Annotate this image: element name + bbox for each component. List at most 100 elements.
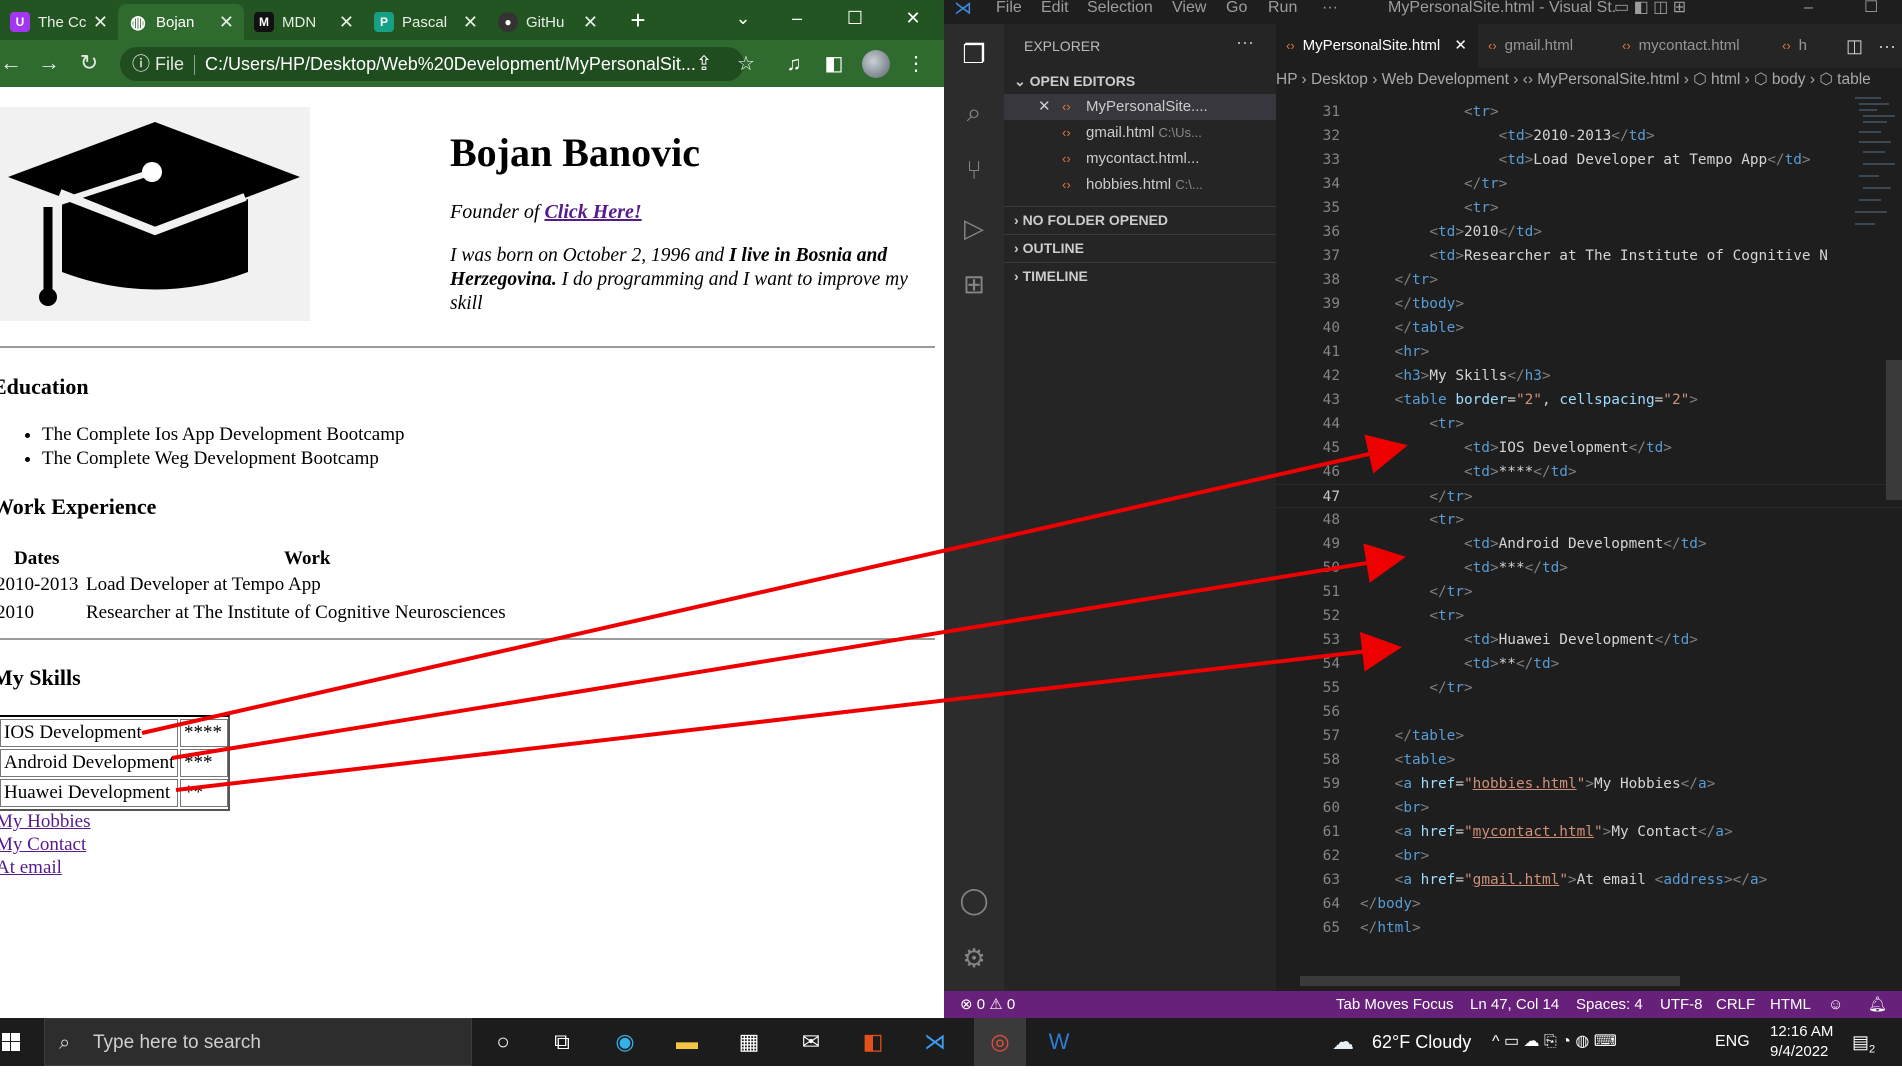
outline-section[interactable]: › OUTLINE xyxy=(1004,234,1276,260)
mail-icon[interactable]: ✉ xyxy=(794,1026,828,1058)
file-explorer-icon[interactable]: ▬ xyxy=(670,1026,704,1058)
code-line[interactable]: 62 <br> xyxy=(1276,844,1902,868)
code-line[interactable]: 47 </tr> xyxy=(1276,484,1902,508)
share-icon[interactable]: ⇪ xyxy=(688,47,720,81)
code-line[interactable]: 38 </tr> xyxy=(1276,268,1902,292)
code-line[interactable]: 37 <td>Researcher at The Institute of Co… xyxy=(1276,244,1902,268)
media-icon[interactable]: ♫ xyxy=(778,47,810,81)
code-line[interactable]: 35 <tr> xyxy=(1276,196,1902,220)
taskbar-search[interactable]: ⌕ Type here to search xyxy=(44,1018,472,1066)
encoding-status[interactable]: UTF-8 xyxy=(1660,991,1703,1018)
menu-more[interactable]: ··· xyxy=(1322,0,1338,16)
browser-tab-5[interactable]: ● GitHu ✕ xyxy=(488,4,608,40)
problems-status[interactable]: ⊗ 0 ⚠ 0 xyxy=(960,991,1015,1018)
browser-tab-1[interactable]: U The Cc ✕ xyxy=(0,4,118,40)
vscode-taskbar-icon[interactable]: ⋊ xyxy=(918,1026,952,1058)
code-line[interactable]: 55 </tr> xyxy=(1276,676,1902,700)
code-line[interactable]: 43 <table border="2", cellspacing="2"> xyxy=(1276,388,1902,412)
open-editor-item[interactable]: ‹› gmail.html C:\Us... xyxy=(1004,120,1276,146)
cursor-position-status[interactable]: Ln 47, Col 14 xyxy=(1470,991,1559,1018)
code-line[interactable]: 51 </tr> xyxy=(1276,580,1902,604)
browser-tab-2[interactable]: ◍ Bojan ✕ xyxy=(118,4,244,40)
email-link[interactable]: At email xyxy=(0,857,62,879)
code-line[interactable]: 61 <a href="mycontact.html">My Contact</… xyxy=(1276,820,1902,844)
tray-icons[interactable]: ^ ▭ ☁ ⎘ ◔ ◍ ⌨ xyxy=(1492,1018,1617,1066)
contact-link[interactable]: My Contact xyxy=(0,834,86,856)
browser-tab-4[interactable]: P Pascal ✕ xyxy=(364,4,488,40)
maximize-button[interactable]: ☐ xyxy=(832,0,878,40)
clock[interactable]: 12:16 AM 9/4/2022 xyxy=(1770,1022,1833,1062)
source-control-icon[interactable]: ⑂ xyxy=(958,154,990,186)
code-line[interactable]: 65 </html> xyxy=(1276,916,1902,940)
code-line[interactable]: 44 <tr> xyxy=(1276,412,1902,436)
explorer-more-icon[interactable]: ··· xyxy=(1236,32,1254,53)
menu-go[interactable]: Go xyxy=(1226,0,1247,16)
open-editor-item[interactable]: ✕ ‹› MyPersonalSite.... xyxy=(1004,94,1276,120)
new-tab-button[interactable]: + xyxy=(622,4,654,36)
code-line[interactable]: 45 <td>IOS Development</td> xyxy=(1276,436,1902,460)
more-actions-icon[interactable]: ··· xyxy=(1868,24,1902,68)
close-window-button[interactable]: ✕ xyxy=(890,0,936,40)
weather-text[interactable]: 62°F Cloudy xyxy=(1372,1018,1471,1066)
code-line[interactable]: 32 <td>2010-2013</td> xyxy=(1276,124,1902,148)
code-line[interactable]: 36 <td>2010</td> xyxy=(1276,220,1902,244)
office-icon[interactable]: ◧ xyxy=(856,1026,890,1058)
split-editor-icon[interactable]: ◫ xyxy=(1836,24,1866,68)
code-line[interactable]: 50 <td>***</td> xyxy=(1276,556,1902,580)
open-editor-item[interactable]: ‹› hobbies.html C:\... xyxy=(1004,172,1276,198)
code-line[interactable]: 63 <a href="gmail.html">At email <addres… xyxy=(1276,868,1902,892)
code-line[interactable]: 42 <h3>My Skills</h3> xyxy=(1276,364,1902,388)
close-icon[interactable]: ✕ xyxy=(219,12,234,33)
browser-tab-3[interactable]: M MDN ✕ xyxy=(244,4,364,40)
language-indicator[interactable]: ENG xyxy=(1715,1018,1750,1066)
avatar[interactable] xyxy=(862,50,890,78)
info-icon[interactable]: ⓘ xyxy=(132,54,150,74)
code-line[interactable]: 58 <table> xyxy=(1276,748,1902,772)
cortana-icon[interactable]: ○ xyxy=(486,1026,520,1058)
code-line[interactable]: 57 </table> xyxy=(1276,724,1902,748)
code-line[interactable]: 31 <tr> xyxy=(1276,100,1902,124)
code-line[interactable]: 60 <br> xyxy=(1276,796,1902,820)
code-line[interactable]: 52 <tr> xyxy=(1276,604,1902,628)
hobbies-link[interactable]: My Hobbies xyxy=(0,811,90,833)
code-line[interactable]: 56 xyxy=(1276,700,1902,724)
close-icon[interactable]: ✕ xyxy=(583,12,598,33)
notification-icon[interactable]: ▤2 xyxy=(1852,1018,1875,1074)
forward-icon[interactable]: → xyxy=(34,48,64,78)
menu-selection[interactable]: Selection xyxy=(1087,0,1153,16)
menu-edit[interactable]: Edit xyxy=(1041,0,1069,16)
word-icon[interactable]: W xyxy=(1042,1026,1076,1058)
code-line[interactable]: 54 <td>**</td> xyxy=(1276,652,1902,676)
feedback-icon[interactable]: ☺ xyxy=(1828,991,1843,1018)
vertical-scrollbar[interactable] xyxy=(1886,360,1902,500)
open-editors-section[interactable]: ⌄ OPEN EDITORS xyxy=(1004,68,1276,94)
search-icon[interactable]: ⌕ xyxy=(958,96,990,128)
code-line[interactable]: 53 <td>Huawei Development</td> xyxy=(1276,628,1902,652)
account-icon[interactable]: ◯ xyxy=(958,884,990,916)
close-icon[interactable]: ✕ xyxy=(1038,94,1051,120)
language-status[interactable]: HTML xyxy=(1770,991,1811,1018)
run-debug-icon[interactable]: ▷ xyxy=(958,212,990,244)
code-line[interactable]: 49 <td>Android Development</td> xyxy=(1276,532,1902,556)
close-icon[interactable]: ✕ xyxy=(1454,37,1467,54)
breadcrumb[interactable]: HP › Desktop › Web Development › ‹› MyPe… xyxy=(1276,68,1902,92)
gear-icon[interactable]: ⚙ xyxy=(958,942,990,974)
code-line[interactable]: 41 <hr> xyxy=(1276,340,1902,364)
reload-icon[interactable]: ↻ xyxy=(74,48,104,78)
eol-status[interactable]: CRLF xyxy=(1716,991,1755,1018)
extensions-icon[interactable]: ⊞ xyxy=(958,268,990,300)
bell-icon[interactable]: 🔔︎ xyxy=(1868,991,1887,1018)
layout-icons[interactable]: ▭ ◧ ◫ ⊞ xyxy=(1614,0,1686,16)
chrome-taskbar-icon[interactable]: ◎ xyxy=(974,1018,1026,1066)
code-line[interactable]: 33 <td>Load Developer at Tempo App</td> xyxy=(1276,148,1902,172)
sidepanel-icon[interactable]: ◧ xyxy=(818,47,850,81)
tab-focus-status[interactable]: Tab Moves Focus xyxy=(1336,991,1454,1018)
tab-search-icon[interactable]: ⌄ xyxy=(720,0,766,40)
close-icon[interactable]: ✕ xyxy=(463,12,478,33)
edge-icon[interactable]: ◉ xyxy=(608,1026,642,1058)
menu-file[interactable]: File xyxy=(996,0,1022,16)
minimize-button[interactable]: – xyxy=(1804,0,1813,16)
editor-tab-active[interactable]: ‹› MyPersonalSite.html ✕ xyxy=(1276,24,1478,68)
minimap[interactable] xyxy=(1851,92,1901,252)
code-line[interactable]: 39 </tbody> xyxy=(1276,292,1902,316)
